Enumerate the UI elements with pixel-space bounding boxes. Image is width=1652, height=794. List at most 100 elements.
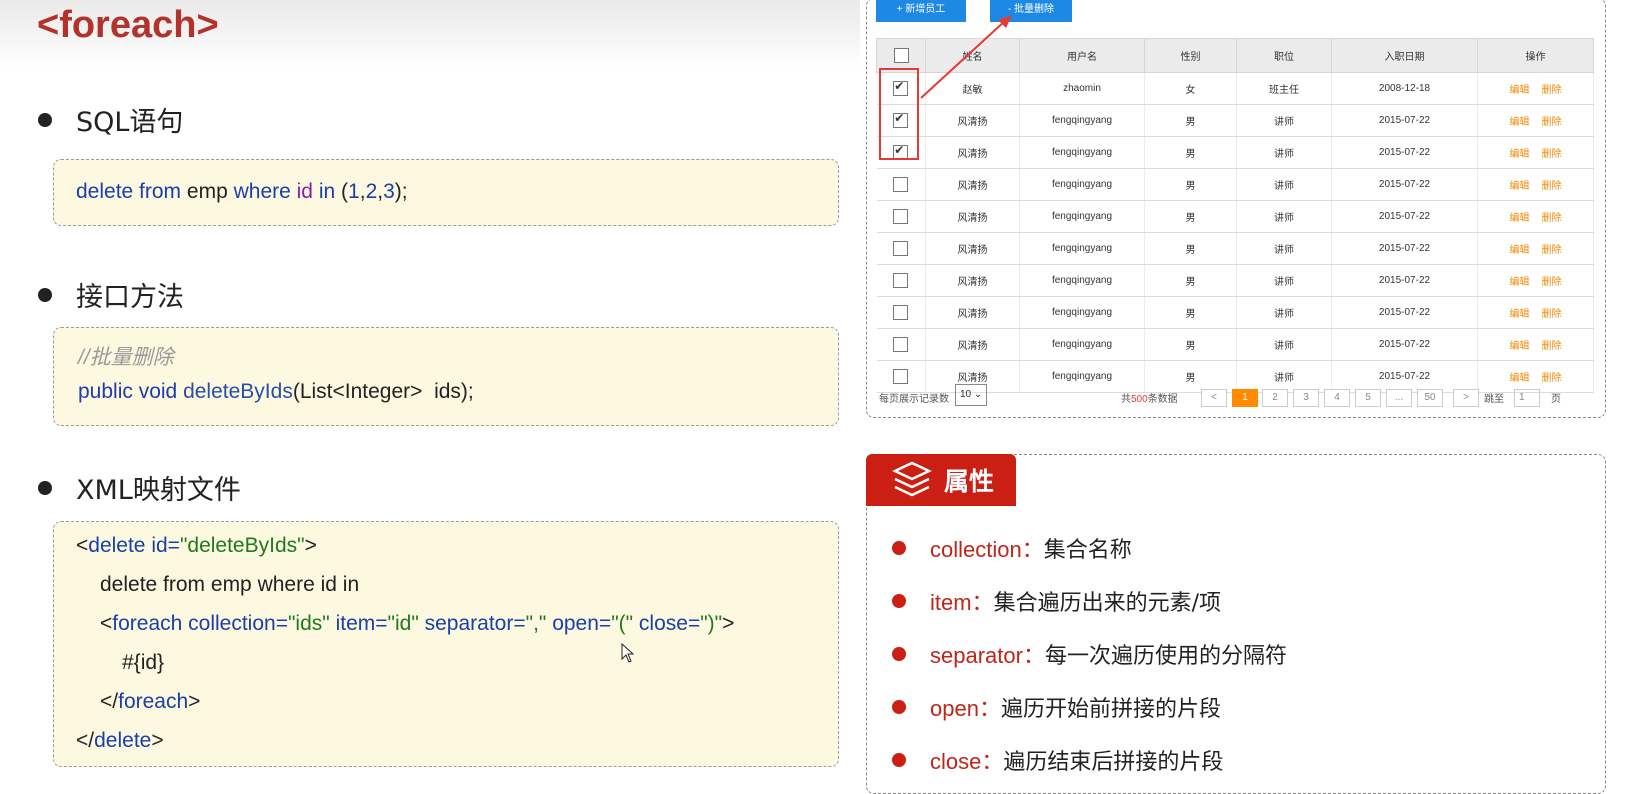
cell-actions: 编辑 删除 bbox=[1477, 264, 1594, 297]
attribute-description: 集合遍历出来的元素/项 bbox=[993, 591, 1221, 616]
cell-name: 风清扬 bbox=[925, 264, 1020, 297]
cell-position: 讲师 bbox=[1236, 104, 1332, 137]
mouse-cursor-icon bbox=[621, 643, 635, 663]
bullet-dot-icon bbox=[892, 541, 906, 555]
table-row: 风清扬fengqingyang男讲师2015-07-22 编辑 删除 bbox=[876, 296, 1594, 329]
cell-actions: 编辑 删除 bbox=[1477, 328, 1594, 361]
row-select-cell[interactable] bbox=[876, 168, 926, 201]
row-checkbox[interactable] bbox=[893, 241, 909, 256]
attribute-item: collection： 集合名称 bbox=[892, 532, 1132, 564]
cell-name: 风清扬 bbox=[925, 168, 1020, 201]
section-heading-label: XML映射文件 bbox=[76, 475, 241, 506]
row-select-cell[interactable] bbox=[876, 296, 926, 329]
cell-date: 2015-07-22 bbox=[1331, 104, 1478, 137]
xml-line: </delete> bbox=[76, 729, 164, 752]
page-size-select[interactable]: 10 ⌄ bbox=[955, 384, 987, 406]
table-row: 风清扬fengqingyang男讲师2015-07-22 编辑 删除 bbox=[876, 104, 1594, 137]
row-checkbox[interactable] bbox=[893, 337, 909, 352]
edit-link[interactable]: 编辑 bbox=[1510, 245, 1530, 256]
edit-link[interactable]: 编辑 bbox=[1510, 149, 1530, 160]
page-button[interactable]: 50 bbox=[1417, 389, 1443, 407]
page-button[interactable]: ... bbox=[1386, 389, 1412, 407]
attribute-description: 遍历结束后拼接的片段 bbox=[1003, 750, 1224, 775]
edit-link[interactable]: 编辑 bbox=[1510, 341, 1530, 352]
prev-page-button[interactable]: < bbox=[1201, 389, 1227, 407]
attribute-description: 遍历开始前拼接的片段 bbox=[1000, 697, 1221, 722]
bullet-dot-icon bbox=[38, 287, 52, 302]
attribute-item: open： 遍历开始前拼接的片段 bbox=[892, 691, 1221, 723]
next-page-button[interactable]: > bbox=[1453, 389, 1479, 407]
column-header: 用户名 bbox=[1019, 38, 1145, 73]
cell-gender: 男 bbox=[1144, 168, 1237, 201]
edit-link[interactable]: 编辑 bbox=[1510, 373, 1530, 384]
bullet-dot-icon bbox=[38, 480, 52, 495]
selection-highlight-box bbox=[879, 68, 919, 160]
slide-title: <foreach> bbox=[37, 4, 219, 46]
row-select-cell[interactable] bbox=[876, 232, 926, 265]
cell-name: 风清扬 bbox=[925, 232, 1020, 265]
delete-link[interactable]: 删除 bbox=[1542, 117, 1562, 128]
edit-link[interactable]: 编辑 bbox=[1510, 213, 1530, 224]
bullet-dot-icon bbox=[892, 647, 906, 661]
cell-position: 讲师 bbox=[1236, 296, 1332, 329]
xml-line: #{id} bbox=[122, 651, 165, 674]
row-checkbox[interactable] bbox=[893, 209, 909, 224]
delete-link[interactable]: 删除 bbox=[1542, 277, 1562, 288]
row-checkbox[interactable] bbox=[893, 305, 909, 320]
cell-position: 讲师 bbox=[1236, 168, 1332, 201]
delete-link[interactable]: 删除 bbox=[1542, 213, 1562, 224]
cell-gender: 男 bbox=[1144, 296, 1237, 329]
edit-link[interactable]: 编辑 bbox=[1510, 277, 1530, 288]
code-comment: //批量删除 bbox=[78, 346, 174, 369]
bullet-dot-icon bbox=[892, 753, 906, 767]
delete-link[interactable]: 删除 bbox=[1542, 245, 1562, 256]
page-button[interactable]: 5 bbox=[1355, 389, 1381, 407]
select-all-checkbox[interactable] bbox=[893, 48, 909, 63]
attribute-key: close： bbox=[930, 749, 1004, 774]
cell-name: 风清扬 bbox=[925, 136, 1020, 169]
page-button[interactable]: 4 bbox=[1324, 389, 1350, 407]
sql-line: delete from emp where id in (1,2,3); bbox=[76, 180, 408, 203]
edit-link[interactable]: 编辑 bbox=[1510, 181, 1530, 192]
cell-date: 2015-07-22 bbox=[1331, 136, 1478, 169]
page-button[interactable]: 1 bbox=[1232, 389, 1258, 407]
row-select-cell[interactable] bbox=[876, 328, 926, 361]
layers-icon bbox=[892, 461, 932, 497]
table-row: 风清扬fengqingyang男讲师2015-07-22 编辑 删除 bbox=[876, 168, 1594, 201]
cell-position: 班主任 bbox=[1236, 72, 1332, 105]
cell-actions: 编辑 删除 bbox=[1477, 104, 1594, 137]
attribute-item: separator： 每一次遍历使用的分隔符 bbox=[892, 638, 1287, 670]
xml-line: delete from emp where id in bbox=[100, 573, 360, 596]
row-select-cell[interactable] bbox=[876, 200, 926, 233]
delete-link[interactable]: 删除 bbox=[1542, 373, 1562, 384]
delete-link[interactable]: 删除 bbox=[1542, 181, 1562, 192]
cell-date: 2008-12-18 bbox=[1331, 72, 1478, 105]
delete-link[interactable]: 删除 bbox=[1542, 341, 1562, 352]
table-row: 风清扬fengqingyang男讲师2015-07-22 编辑 删除 bbox=[876, 328, 1594, 361]
cell-name: 风清扬 bbox=[925, 104, 1020, 137]
edit-link[interactable]: 编辑 bbox=[1510, 117, 1530, 128]
edit-link[interactable]: 编辑 bbox=[1510, 309, 1530, 320]
page-button[interactable]: 2 bbox=[1262, 389, 1288, 407]
cell-position: 讲师 bbox=[1236, 232, 1332, 265]
cell-date: 2015-07-22 bbox=[1331, 168, 1478, 201]
cell-username: fengqingyang bbox=[1019, 232, 1145, 265]
cell-gender: 男 bbox=[1144, 264, 1237, 297]
cell-username: fengqingyang bbox=[1019, 296, 1145, 329]
cell-date: 2015-07-22 bbox=[1331, 296, 1478, 329]
delete-link[interactable]: 删除 bbox=[1542, 149, 1562, 160]
row-checkbox[interactable] bbox=[893, 273, 909, 288]
row-select-cell[interactable] bbox=[876, 264, 926, 297]
row-checkbox[interactable] bbox=[893, 369, 909, 384]
page-button[interactable]: 3 bbox=[1293, 389, 1319, 407]
row-checkbox[interactable] bbox=[893, 177, 909, 192]
xml-line: <delete id="deleteByIds"> bbox=[76, 534, 317, 557]
jump-page-input[interactable]: 1 bbox=[1514, 389, 1540, 407]
delete-link[interactable]: 删除 bbox=[1542, 309, 1562, 320]
attribute-item: item： 集合遍历出来的元素/项 bbox=[892, 585, 1221, 617]
row-select-cell[interactable] bbox=[876, 360, 926, 393]
edit-link[interactable]: 编辑 bbox=[1510, 85, 1530, 96]
delete-link[interactable]: 删除 bbox=[1542, 85, 1562, 96]
jump-label: 跳至 bbox=[1484, 394, 1504, 405]
cell-name: 风清扬 bbox=[925, 296, 1020, 329]
